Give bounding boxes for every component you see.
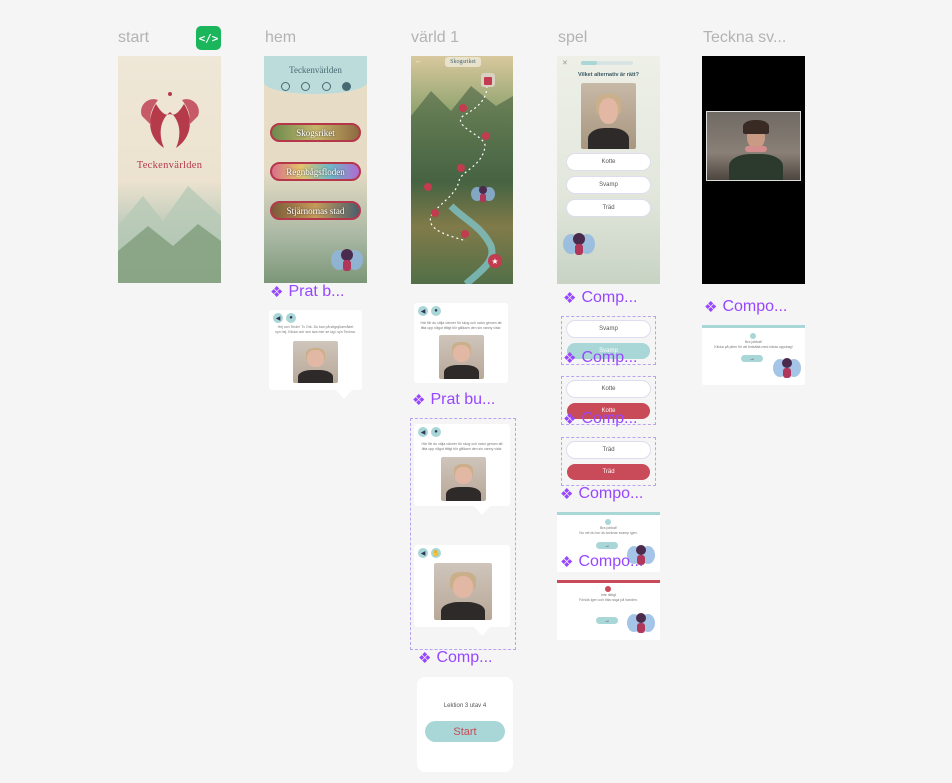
frame-label-spel[interactable]: spel (558, 29, 587, 47)
feedback-teckna[interactable]: Bra jobbat! Klicka på pilen för att fort… (702, 325, 805, 385)
speech-bubble-variant-1[interactable]: ◀ ● Här får du välja vänner för skog och… (414, 424, 510, 506)
component-label-prat-bu[interactable]: ❖ Prat bu... (412, 391, 495, 409)
option-trad-wrong[interactable]: Träd (567, 464, 650, 480)
check-icon (750, 333, 756, 339)
speech-bubble-varld[interactable]: ◀ ● Här får du välja vänner för skog och… (414, 303, 508, 383)
hand-icon[interactable]: ✋ (431, 548, 441, 558)
option-trad-default[interactable]: Träd (567, 442, 650, 458)
bubble-tail (474, 627, 490, 636)
component-label-spel-4[interactable]: ❖ Compo... (560, 485, 643, 503)
profile-icon[interactable] (341, 82, 351, 91)
bulb-icon[interactable] (321, 82, 331, 91)
sign-video[interactable] (434, 563, 492, 620)
sign-video[interactable] (293, 341, 338, 383)
sound-icon[interactable]: ◀ (418, 306, 428, 316)
component-label-teckna[interactable]: ❖ Compo... (704, 298, 787, 316)
camera-hair (743, 120, 769, 134)
person-icon[interactable]: ● (286, 313, 296, 323)
sound-icon[interactable]: ◀ (418, 548, 428, 558)
fairy-icon (331, 249, 363, 271)
sound-icon[interactable]: ◀ (418, 427, 428, 437)
component-label-spel-2[interactable]: ❖ Comp... (563, 349, 637, 367)
option-svamp[interactable]: Svamp (567, 177, 650, 193)
check-icon (605, 519, 611, 525)
design-canvas: start </> hem värld 1 spel Teckna sv... … (0, 0, 952, 783)
camera-hands (745, 146, 767, 152)
lesson-text: Lektion 3 utav 4 (443, 703, 487, 709)
world-button-stjarnornas-stad[interactable]: Stjärnornas stad (270, 201, 361, 220)
camera-preview[interactable] (706, 111, 801, 181)
bubble-text: Här får du välja vänner för skog och nat… (420, 321, 502, 330)
person-icon[interactable]: ● (431, 427, 441, 437)
option-kotte-default[interactable]: Kotte (567, 381, 650, 397)
sound-icon[interactable]: ◀ (273, 313, 283, 323)
feedback-wrong[interactable]: Inte riktigt Försök igen och titta noga … (557, 580, 660, 640)
next-arrow-button[interactable]: → (596, 617, 618, 624)
component-label-varld[interactable]: ❖ Comp... (418, 649, 492, 667)
component-label-spel-5[interactable]: ❖ Compo... (560, 553, 643, 571)
svg-text:★: ★ (491, 257, 498, 266)
progress-bar (581, 61, 633, 65)
speech-bubble-hem[interactable]: ◀ ● Hej och Teckn' Tv Ork. Du kan på sti… (269, 310, 362, 390)
start-button[interactable]: Start (425, 721, 505, 742)
code-icon[interactable]: </> (196, 26, 221, 50)
world-button-regnbagsfloden[interactable]: Regnbågsfloden (270, 162, 361, 181)
frame-start[interactable]: Teckenvärlden (118, 56, 221, 283)
frame-label-hem[interactable]: hem (265, 29, 296, 47)
start-title: Teckenvärlden (136, 160, 203, 171)
feedback-text: Klicka på pilen för att fortsätta med nä… (714, 345, 793, 349)
smile-icon[interactable] (281, 82, 290, 91)
cross-icon (605, 586, 611, 592)
lesson-card[interactable]: Lektion 3 utav 4 Start (417, 677, 513, 772)
frame-label-teckna[interactable]: Teckna sv... (703, 29, 786, 47)
option-kotte[interactable]: Kotte (567, 154, 650, 170)
next-arrow-button[interactable]: → (741, 355, 763, 362)
speech-bubble-variant-2[interactable]: ◀ ✋ (414, 545, 510, 627)
bubble-tail (474, 506, 490, 515)
question-text: Vilket alternativ är rätt? (577, 72, 640, 78)
close-icon[interactable]: ✕ (562, 59, 568, 67)
sign-video[interactable] (581, 83, 636, 149)
frame-label-varld1[interactable]: värld 1 (411, 29, 459, 47)
frame-teckna[interactable] (702, 56, 805, 284)
option-svamp-default[interactable]: Svamp (567, 321, 650, 337)
component-label-spel-1[interactable]: ❖ Comp... (563, 289, 637, 307)
option-trad[interactable]: Träd (567, 200, 650, 216)
hem-icon-row (281, 82, 351, 91)
back-arrow-icon[interactable]: ← (415, 58, 422, 65)
frame-spel[interactable]: ✕ Vilket alternativ är rätt? Kotte Svamp… (557, 56, 660, 284)
bubble-tail (336, 390, 352, 399)
fairy-icon (563, 233, 595, 255)
feedback-text: Försök igen och titta noga på handen. (579, 598, 638, 602)
fairy-icon (773, 358, 801, 378)
plus-icon[interactable] (301, 82, 311, 91)
bubble-text: Här får du välja vänner för skog och nat… (421, 442, 503, 451)
camera-body (729, 154, 783, 180)
world-banner: Skogsriket (445, 57, 481, 67)
hem-title: Teckenvärlden (289, 65, 342, 75)
sign-video[interactable] (439, 335, 484, 379)
bubble-text: Hej och Teckn' Tv Ork. Du kan på stigsjö… (275, 325, 356, 334)
fairy-icon (627, 613, 655, 633)
progress-fill (581, 61, 597, 65)
world-map-illustration: ★ (411, 73, 513, 284)
frame-hem[interactable]: Teckenvärlden Skogsriket Regnbågsfloden … (264, 56, 367, 283)
person-icon[interactable]: ● (431, 306, 441, 316)
next-arrow-button[interactable]: → (596, 542, 618, 549)
component-label-spel-3[interactable]: ❖ Comp... (563, 410, 637, 428)
component-label-prat[interactable]: ❖ Prat b... (270, 283, 344, 301)
sign-video[interactable] (441, 457, 486, 501)
feedback-text: Nu vet du hur du tecknar svamp igen. (579, 531, 638, 535)
world-button-skogsriket[interactable]: Skogsriket (270, 123, 361, 142)
frame-label-start[interactable]: start (118, 29, 149, 47)
frame-varld1[interactable]: ★ Skogsriket ← (411, 56, 513, 284)
